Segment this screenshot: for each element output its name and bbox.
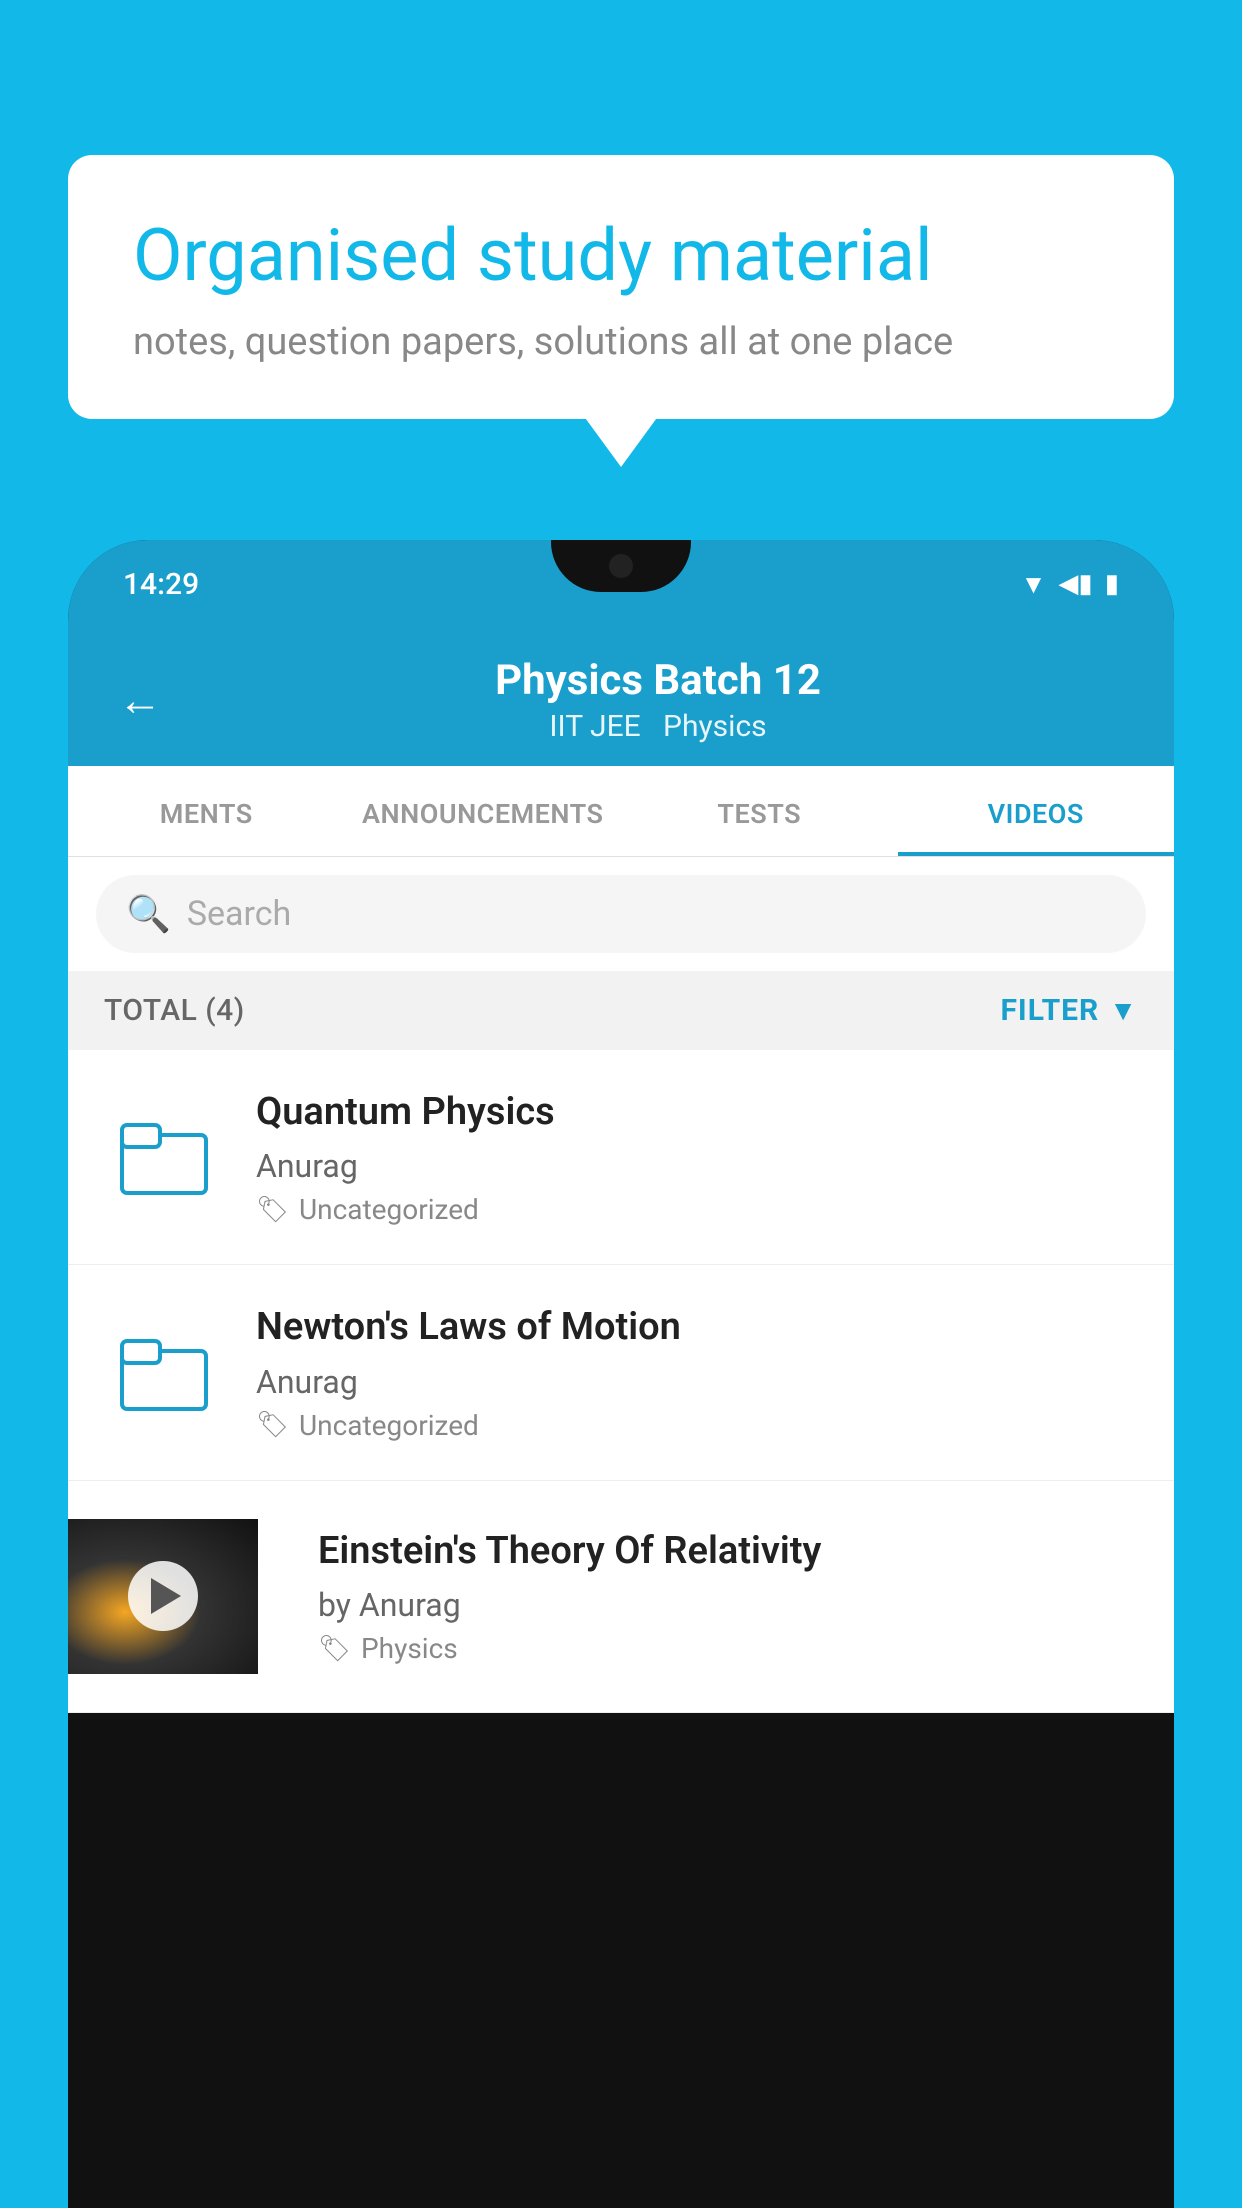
folder-icon [120, 1117, 208, 1197]
list-item[interactable]: Einstein's Theory Of Relativity by Anura… [68, 1481, 1174, 1713]
camera [609, 554, 633, 578]
filter-label: FILTER [1000, 993, 1099, 1028]
back-button[interactable]: ← [118, 674, 162, 726]
video-info: Newton's Laws of Motion Anurag 🏷 Uncateg… [256, 1303, 1138, 1441]
thumbnail-bg [68, 1519, 258, 1674]
search-container: 🔍 Search [68, 857, 1174, 971]
video-list: Quantum Physics Anurag 🏷 Uncategorized N… [68, 1050, 1174, 1713]
filter-button[interactable]: FILTER ▼ [1000, 993, 1138, 1028]
search-placeholder-text: Search [187, 894, 291, 934]
speech-bubble-section: Organised study material notes, question… [68, 155, 1174, 419]
bubble-title: Organised study material [133, 215, 1109, 298]
video-tag: 🏷 Physics [318, 1632, 1138, 1665]
video-tag: 🏷 Uncategorized [256, 1409, 1138, 1442]
filter-icon: ▼ [1109, 994, 1138, 1027]
play-button[interactable] [128, 1561, 198, 1631]
tag-icon: 🏷 [256, 1195, 289, 1225]
folder-icon-container [104, 1333, 224, 1413]
video-title: Quantum Physics [256, 1088, 1138, 1137]
phone-frame: 14:29 ▼ ◀▮ ▮ ← Physics Batch 12 IIT JEE … [68, 540, 1174, 2208]
tabs-bar: MENTS ANNOUNCEMENTS TESTS VIDEOS [68, 766, 1174, 857]
video-tag: 🏷 Uncategorized [256, 1193, 1138, 1226]
video-thumbnail [68, 1519, 258, 1674]
status-icons: ▼ ◀▮ ▮ [1021, 569, 1119, 600]
tab-tests[interactable]: TESTS [621, 766, 898, 856]
app-header: ← Physics Batch 12 IIT JEE Physics [68, 628, 1174, 766]
tag-icon: 🏷 [256, 1410, 289, 1440]
subtitle-physics: Physics [663, 709, 767, 744]
video-info: Quantum Physics Anurag 🏷 Uncategorized [256, 1088, 1138, 1226]
total-count: TOTAL (4) [104, 993, 245, 1028]
search-icon: 🔍 [126, 893, 171, 935]
battery-icon: ▮ [1105, 569, 1119, 599]
tag-label: Uncategorized [299, 1193, 479, 1226]
header-title-block: Physics Batch 12 IIT JEE Physics [192, 656, 1124, 744]
tag-icon: 🏷 [318, 1634, 351, 1664]
video-author: by Anurag [318, 1586, 1138, 1624]
video-info: Einstein's Theory Of Relativity by Anura… [290, 1527, 1138, 1665]
signal-icon: ◀▮ [1058, 569, 1092, 599]
list-item[interactable]: Quantum Physics Anurag 🏷 Uncategorized [68, 1050, 1174, 1265]
video-author: Anurag [256, 1363, 1138, 1401]
video-author: Anurag [256, 1147, 1138, 1185]
play-icon [151, 1578, 181, 1614]
bubble-subtitle: notes, question papers, solutions all at… [133, 320, 1109, 364]
filter-row: TOTAL (4) FILTER ▼ [68, 971, 1174, 1050]
tab-announcements[interactable]: ANNOUNCEMENTS [345, 766, 622, 856]
batch-subtitle: IIT JEE Physics [192, 709, 1124, 744]
tab-videos[interactable]: VIDEOS [898, 766, 1175, 856]
video-title: Einstein's Theory Of Relativity [318, 1527, 1138, 1576]
phone-notch [551, 540, 691, 592]
status-time: 14:29 [123, 567, 199, 602]
tag-label: Physics [361, 1632, 458, 1665]
wifi-icon: ▼ [1021, 569, 1047, 600]
subtitle-iitjee: IIT JEE [549, 709, 640, 744]
status-bar: 14:29 ▼ ◀▮ ▮ [68, 540, 1174, 628]
tag-label: Uncategorized [299, 1409, 479, 1442]
folder-icon [120, 1333, 208, 1413]
search-bar[interactable]: 🔍 Search [96, 875, 1146, 953]
list-item[interactable]: Newton's Laws of Motion Anurag 🏷 Uncateg… [68, 1265, 1174, 1480]
video-title: Newton's Laws of Motion [256, 1303, 1138, 1352]
batch-title: Physics Batch 12 [192, 656, 1124, 705]
folder-icon-container [104, 1117, 224, 1197]
speech-bubble: Organised study material notes, question… [68, 155, 1174, 419]
tab-ments[interactable]: MENTS [68, 766, 345, 856]
